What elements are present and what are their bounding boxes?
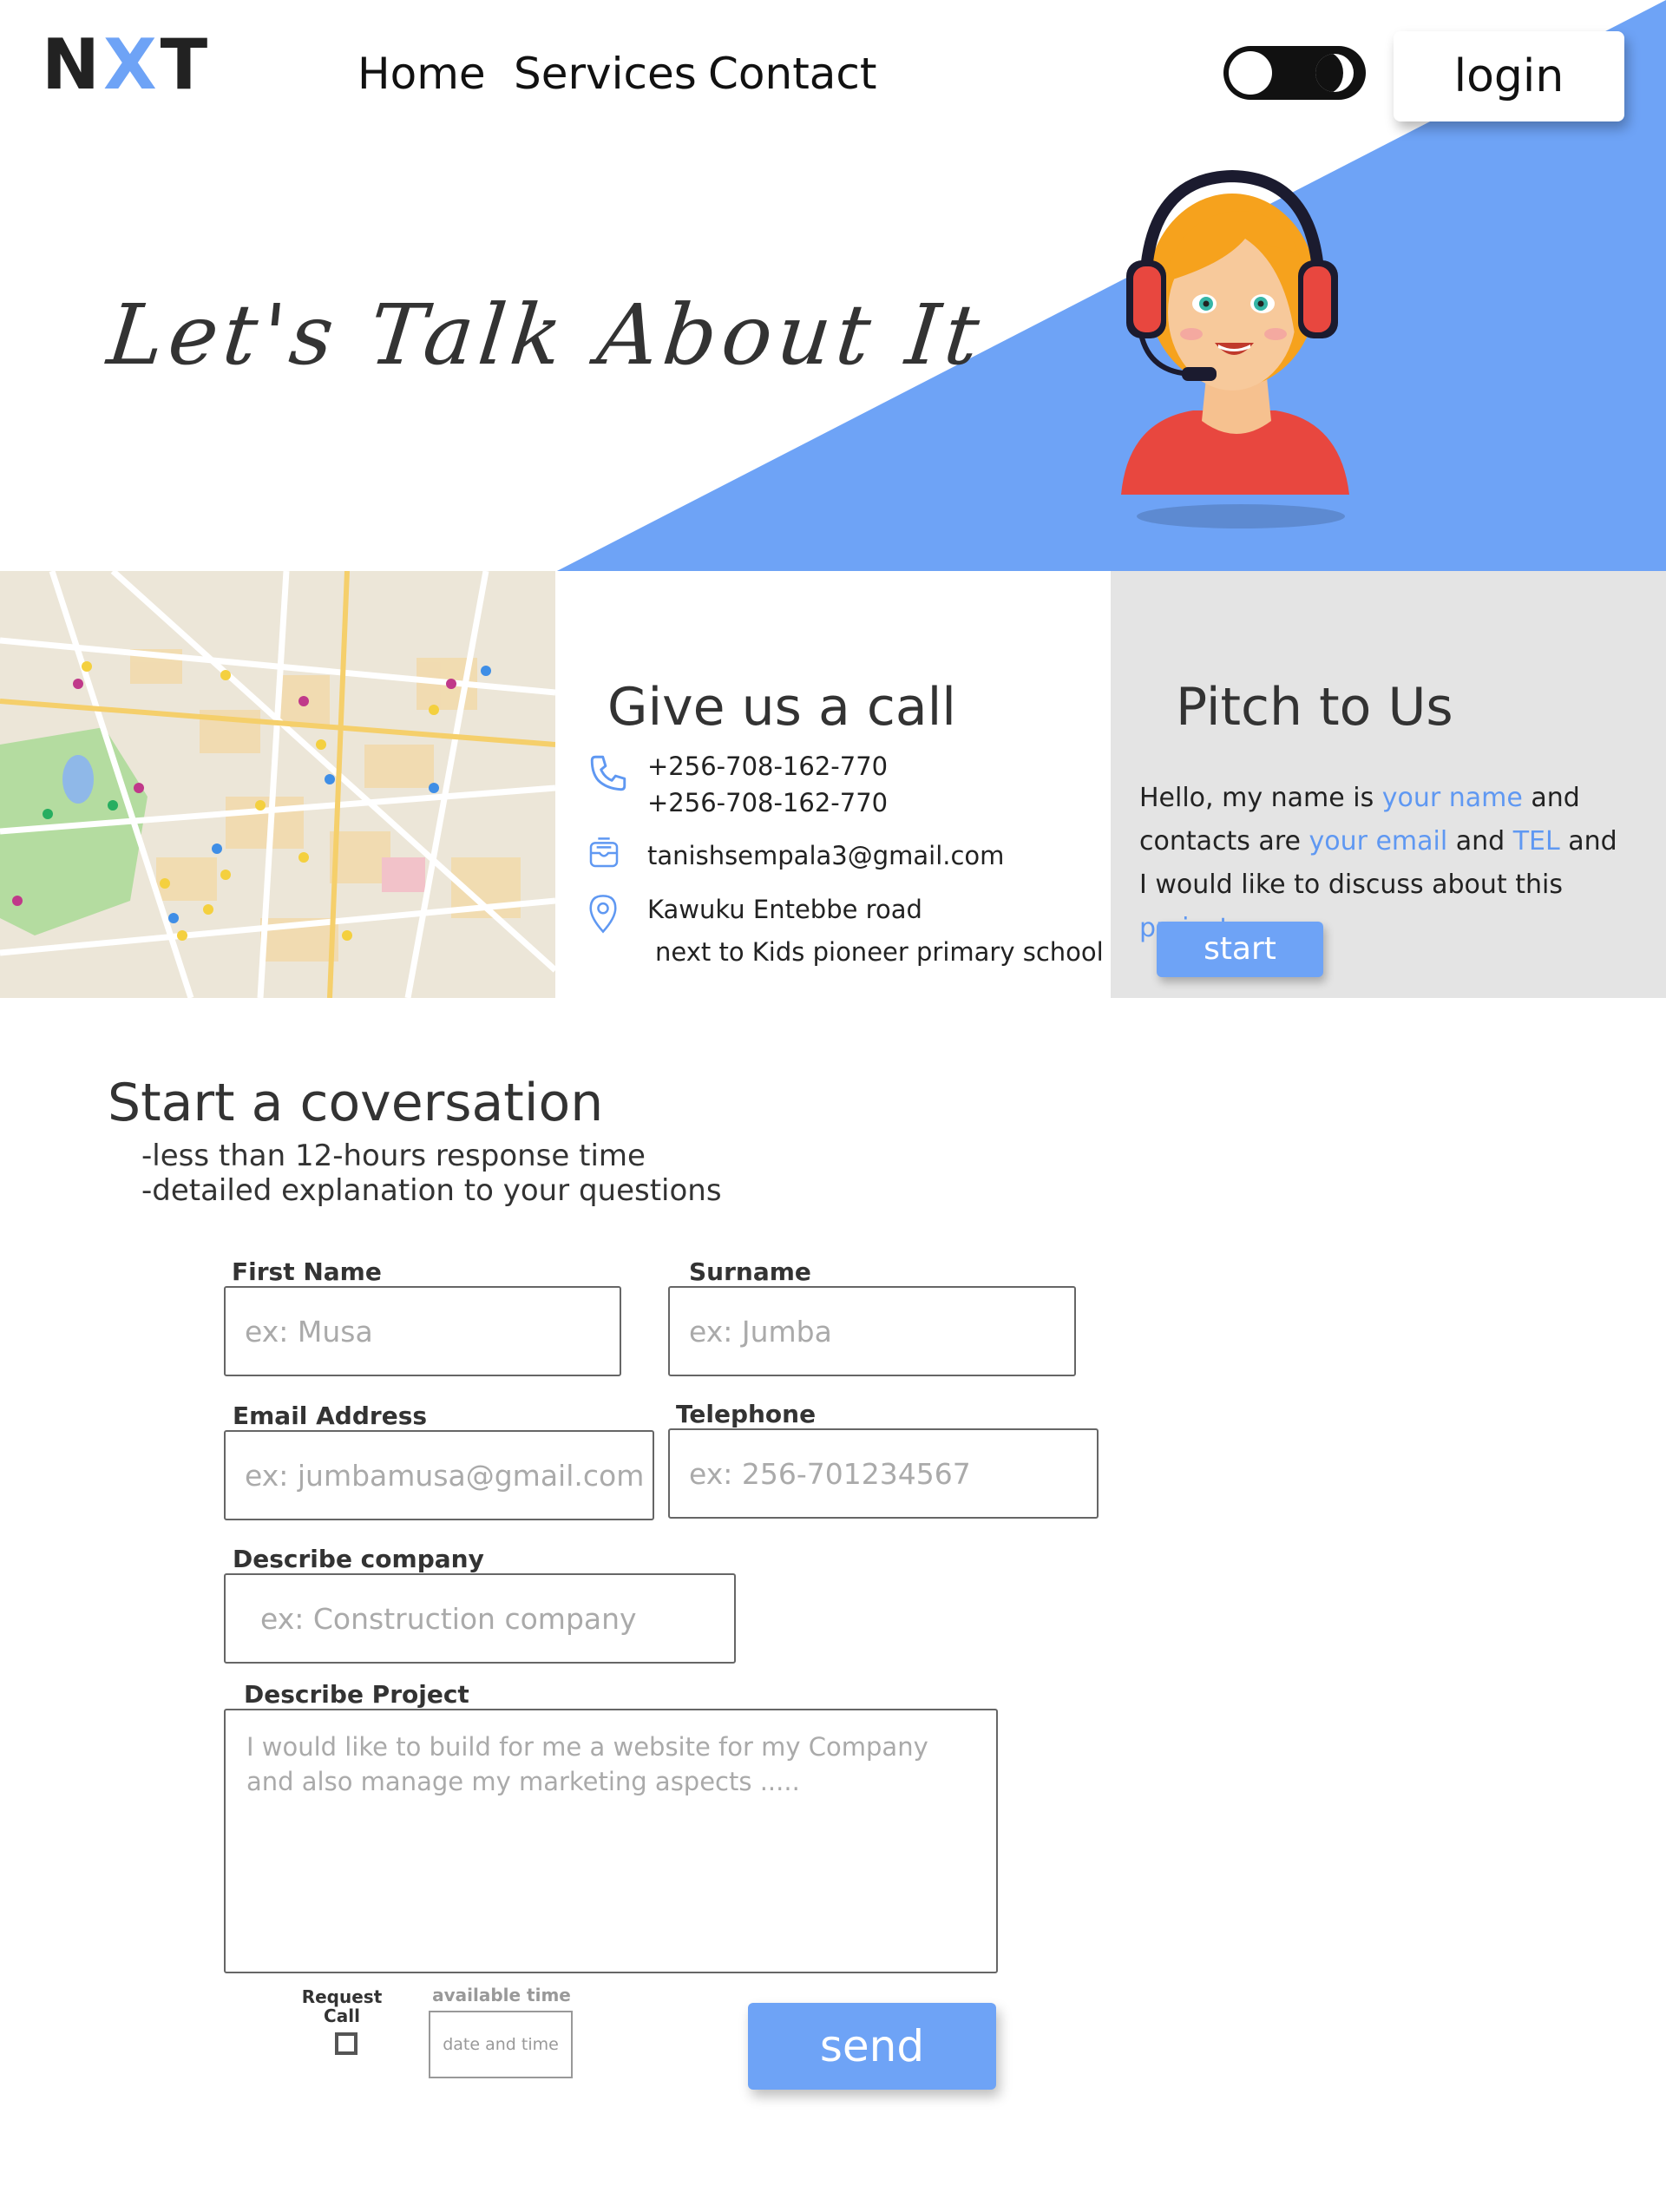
project-textarea[interactable]: I would like to build for me a website f… (224, 1709, 998, 1973)
request-call-checkbox[interactable] (335, 2032, 357, 2055)
support-agent-illustration (1121, 169, 1349, 528)
hero-title: Let's Talk About It (103, 286, 989, 384)
pitch-text-1: Hello, my name is (1139, 783, 1382, 813)
email-label: Email Address (233, 1401, 428, 1430)
phone-number-2[interactable]: +256-708-162-770 (647, 788, 888, 817)
email-address[interactable]: tanishsempala3@gmail.com (647, 841, 1004, 870)
start-button[interactable]: start (1157, 922, 1323, 977)
company-label: Describe company (233, 1545, 484, 1573)
conversation-bullet-2: -detailed explanation to your questions (141, 1173, 722, 1208)
available-time-label: available time (432, 1985, 571, 2005)
call-panel (555, 571, 1111, 998)
first-name-field[interactable]: ex: Musa (224, 1286, 621, 1376)
project-label: Describe Project (244, 1680, 469, 1709)
location-map[interactable] (0, 571, 555, 998)
phone-icon (590, 755, 626, 791)
conversation-heading: Start a coversation (108, 1073, 604, 1133)
address-line-2: next to Kids pioneer primary school (655, 937, 1104, 967)
pitch-name-link[interactable]: your name (1382, 783, 1523, 813)
phone-number-1[interactable]: +256-708-162-770 (647, 752, 888, 781)
surname-label: Surname (689, 1257, 811, 1286)
pitch-email-link[interactable]: your email (1309, 826, 1447, 857)
pitch-heading: Pitch to Us (1176, 677, 1453, 738)
request-call-label: Request Call (301, 1986, 383, 2026)
pitch-tel-link[interactable]: TEL (1513, 826, 1560, 857)
send-button[interactable]: send (748, 2003, 996, 2090)
pitch-text-3: and (1447, 826, 1513, 857)
company-field[interactable]: ex: Construction company (224, 1573, 736, 1664)
toggle-knob (1229, 51, 1272, 95)
call-heading: Give us a call (607, 677, 956, 738)
conversation-bullet-1: -less than 12-hours response time (141, 1139, 646, 1173)
login-button[interactable]: login (1394, 31, 1624, 121)
address-line-1: Kawuku Entebbe road (647, 895, 922, 924)
email-field[interactable]: ex: jumbamusa@gmail.com (224, 1430, 654, 1520)
first-name-label: First Name (232, 1257, 382, 1286)
mail-icon (589, 837, 619, 868)
telephone-label: Telephone (676, 1400, 817, 1428)
location-pin-icon (589, 895, 617, 934)
theme-toggle[interactable] (1223, 46, 1366, 100)
moon-icon (1315, 54, 1354, 92)
surname-field[interactable]: ex: Jumba (668, 1286, 1076, 1376)
telephone-field[interactable]: ex: 256-701234567 (668, 1428, 1099, 1519)
date-time-field[interactable]: date and time (429, 2011, 573, 2078)
map-graphic (0, 571, 555, 998)
